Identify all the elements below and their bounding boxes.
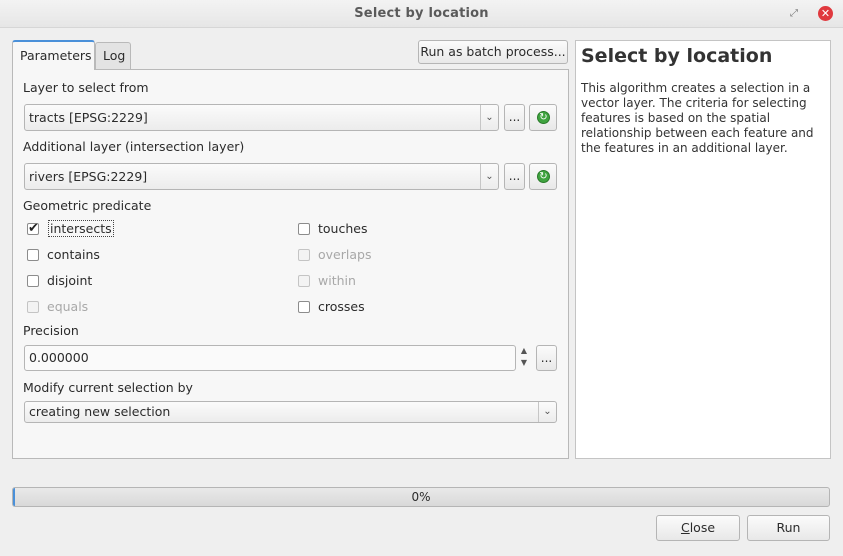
chevron-down-icon: ⌄ <box>480 164 498 189</box>
chevron-down-icon: ⌄ <box>538 402 556 422</box>
modify-selection-select[interactable]: creating new selection ⌄ <box>24 401 557 423</box>
intersect-refresh-button[interactable]: ↻ <box>529 163 557 190</box>
intersect-browse-button[interactable]: ... <box>504 163 525 190</box>
layer-label: Layer to select from <box>23 80 149 95</box>
modify-label: Modify current selection by <box>23 380 193 395</box>
intersect-layer-select[interactable]: rivers [EPSG:2229] ⌄ <box>24 163 499 190</box>
progress-bar: 0% <box>12 487 830 507</box>
checkbox <box>298 249 310 261</box>
refresh-icon: ↻ <box>537 111 550 124</box>
checkbox-label: within <box>318 273 356 288</box>
checkbox-label: equals <box>47 299 89 314</box>
precision-browse-button[interactable]: ... <box>536 345 557 371</box>
tab-parameters[interactable]: Parameters <box>12 40 95 70</box>
restore-icon[interactable]: ⤢ <box>788 8 800 20</box>
progress-text: 0% <box>411 490 431 504</box>
tab-log[interactable]: Log <box>95 42 131 69</box>
checkbox-label: overlaps <box>318 247 372 262</box>
precision-label: Precision <box>23 323 79 338</box>
help-text: This algorithm creates a selection in a … <box>581 81 814 155</box>
checkbox[interactable] <box>27 249 39 261</box>
spin-arrows-icon[interactable]: ▲ ▼ <box>516 345 532 371</box>
help-title: Select by location <box>581 45 773 67</box>
intersect-label: Additional layer (intersection layer) <box>23 139 245 154</box>
checkbox-label: disjoint <box>47 273 93 288</box>
layer-select-value: tracts [EPSG:2229] <box>29 110 148 125</box>
close-button[interactable]: Close <box>656 515 740 541</box>
checkbox <box>27 301 39 313</box>
layer-select[interactable]: tracts [EPSG:2229] ⌄ <box>24 104 499 131</box>
checkbox <box>298 275 310 287</box>
precision-input[interactable]: 0.000000 <box>24 345 516 371</box>
run-as-batch-button[interactable]: Run as batch process... <box>418 40 568 64</box>
modify-selection-value: creating new selection <box>29 404 171 419</box>
close-button-label: lose <box>689 520 716 535</box>
layer-refresh-button[interactable]: ↻ <box>529 104 557 131</box>
chevron-down-icon: ⌄ <box>480 105 498 130</box>
checkbox[interactable]: ✔ <box>27 222 39 235</box>
checkbox[interactable] <box>27 275 39 287</box>
intersect-layer-value: rivers [EPSG:2229] <box>29 169 148 184</box>
run-button[interactable]: Run <box>747 515 830 541</box>
predicate-label: Geometric predicate <box>23 198 152 213</box>
title-bar: Select by location ⤢ ✕ <box>0 0 843 28</box>
close-icon[interactable]: ✕ <box>818 6 833 21</box>
checkbox[interactable] <box>298 301 310 313</box>
layer-browse-button[interactable]: ... <box>504 104 525 131</box>
refresh-icon: ↻ <box>537 170 550 183</box>
checkbox-label: contains <box>47 247 100 262</box>
checkbox[interactable] <box>298 223 310 235</box>
checkbox-label: crosses <box>318 299 365 314</box>
checkbox-label: touches <box>318 221 368 236</box>
help-pane: Select by location This algorithm create… <box>575 40 831 459</box>
window-title: Select by location <box>354 6 489 21</box>
checkbox-label: intersects <box>48 220 114 237</box>
close-button-mnemonic: C <box>680 520 690 535</box>
